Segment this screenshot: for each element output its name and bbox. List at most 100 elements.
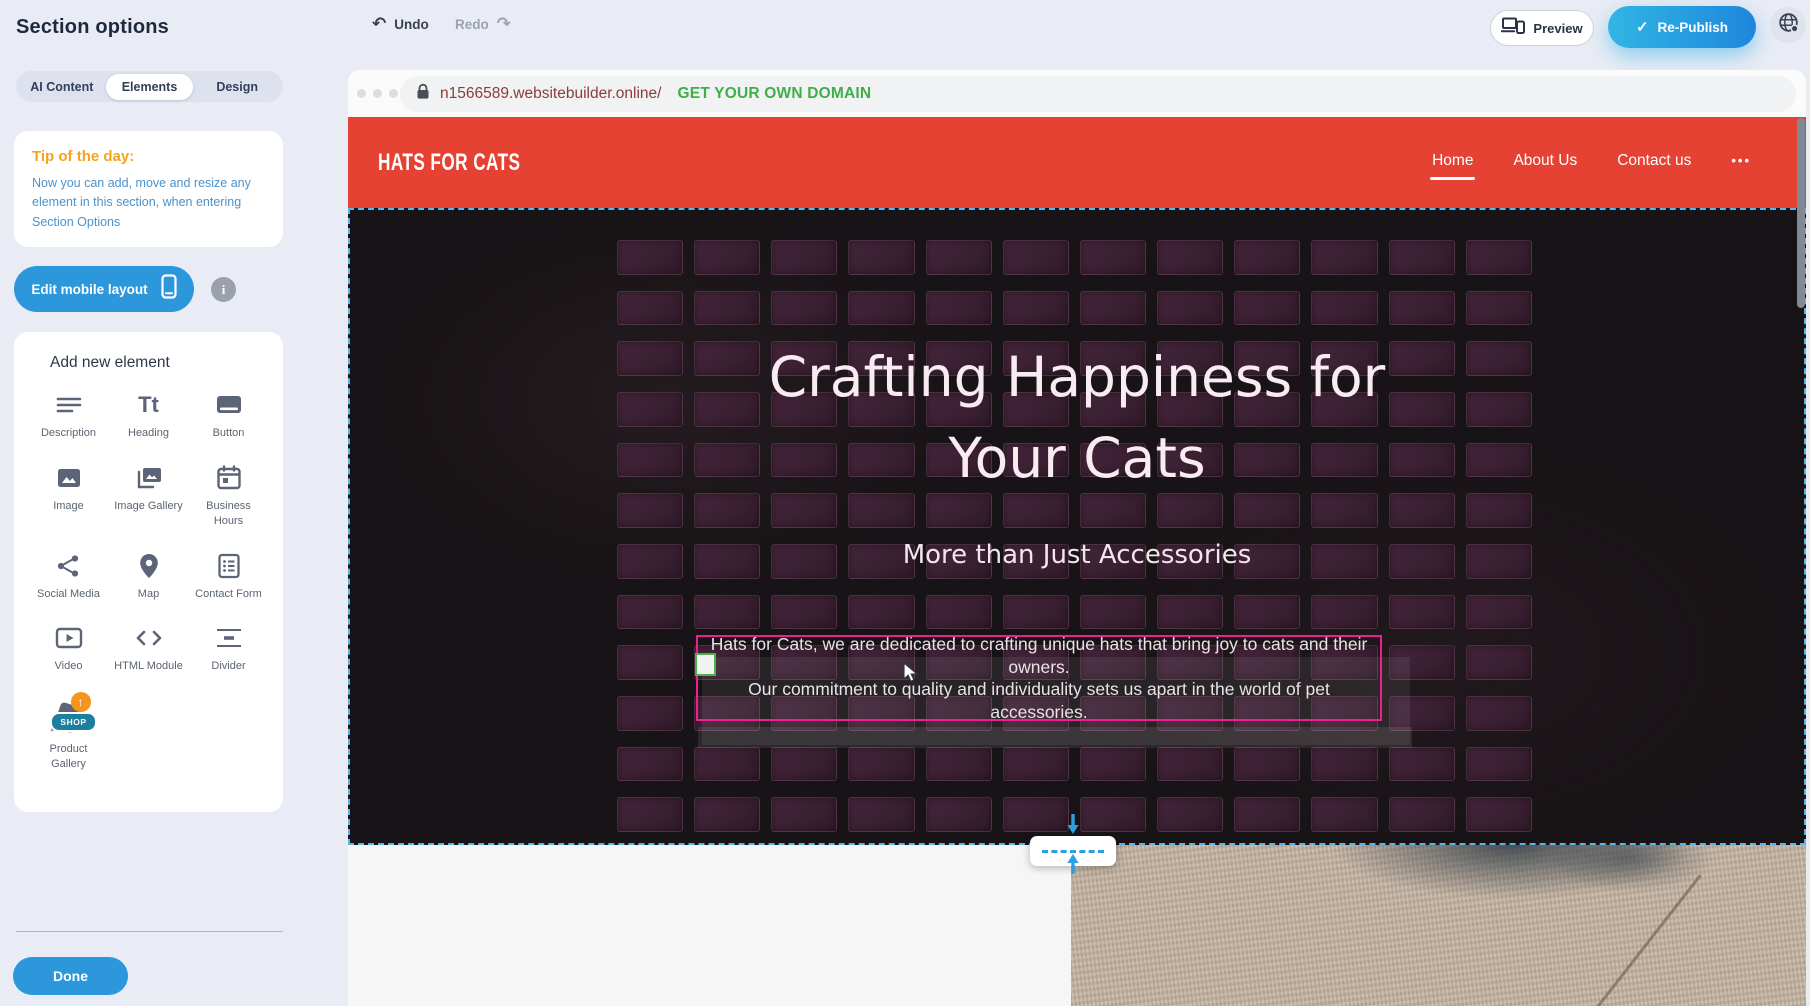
wall-tile [1389, 240, 1455, 275]
site-preview-window: n1566589.websitebuilder.online/ GET YOUR… [348, 70, 1806, 1006]
wall-tile [1466, 747, 1532, 782]
wall-tile [694, 595, 760, 630]
tab-elements[interactable]: Elements [106, 74, 194, 100]
done-button[interactable]: Done [13, 957, 128, 995]
language-globe-button[interactable] [1770, 7, 1806, 43]
wall-tile [848, 240, 914, 275]
nav-home[interactable]: Home [1432, 146, 1473, 180]
hero-subheading[interactable]: More than Just Accessories [350, 540, 1804, 570]
wall-tile [1080, 595, 1146, 630]
add-element-label: HTML Module [112, 659, 186, 674]
site-url: n1566589.websitebuilder.online/ [440, 85, 661, 103]
wall-tile [1311, 291, 1377, 326]
add-element-business-hours[interactable]: Business Hours [189, 463, 269, 529]
wall-tile [1234, 797, 1300, 832]
preview-button[interactable]: Preview [1490, 10, 1594, 46]
divider-icon [214, 623, 244, 653]
wall-tile [694, 291, 760, 326]
add-element-product-gallery[interactable]: ↑ SHOP Product Gallery [29, 696, 109, 772]
republish-label: Re-Publish [1658, 20, 1729, 35]
wall-tile [848, 595, 914, 630]
resize-arrow-up-icon [1065, 852, 1081, 879]
add-element-label: Video [32, 659, 106, 674]
wall-tile [926, 240, 992, 275]
wall-tile [617, 747, 683, 782]
hero-body-line1: Hats for Cats, we are dedicated to craft… [698, 633, 1380, 678]
add-element-map[interactable]: Map [109, 551, 189, 602]
address-bar[interactable]: n1566589.websitebuilder.online/ GET YOUR… [400, 76, 1796, 112]
wall-tile [1466, 291, 1532, 326]
wall-tile [926, 747, 992, 782]
preview-scrollbar[interactable] [1797, 118, 1805, 308]
undo-label: Undo [394, 17, 429, 32]
selected-text-element[interactable]: Hats for Cats, we are dedicated to craft… [696, 635, 1382, 721]
add-element-image[interactable]: Image [29, 463, 109, 529]
wall-tile [617, 240, 683, 275]
wall-tile [1234, 291, 1300, 326]
site-logo[interactable]: HATS FOR CATS [378, 149, 520, 177]
nav-contact-us[interactable]: Contact us [1617, 146, 1691, 180]
add-element-label: Image Gallery [112, 499, 186, 514]
add-element-contact-form[interactable]: Contact Form [189, 551, 269, 602]
wall-tile [1389, 797, 1455, 832]
republish-button[interactable]: ✓ Re-Publish [1608, 6, 1756, 48]
wall-tile [694, 747, 760, 782]
wall-tile [926, 797, 992, 832]
info-button[interactable]: i [211, 277, 236, 302]
add-element-button[interactable]: Button [189, 390, 269, 441]
wall-tile [1003, 291, 1069, 326]
add-element-divider[interactable]: Divider [189, 623, 269, 674]
video-icon [54, 623, 84, 653]
redo-icon: ↷ [497, 14, 511, 34]
wall-tile [617, 645, 683, 680]
hero-body-line2: Our commitment to quality and individual… [698, 678, 1380, 723]
browser-chrome: n1566589.websitebuilder.online/ GET YOUR… [348, 70, 1806, 117]
add-element-video[interactable]: Video [29, 623, 109, 674]
description-icon [54, 390, 84, 420]
business-hours-icon [215, 463, 243, 493]
add-element-label: Contact Form [192, 587, 266, 602]
smartphone-icon [161, 274, 177, 304]
get-domain-link[interactable]: GET YOUR OWN DOMAIN [677, 85, 871, 103]
preview-label: Preview [1533, 21, 1582, 36]
wall-tile [694, 797, 760, 832]
add-element-social-media[interactable]: Social Media [29, 551, 109, 602]
undo-icon: ↶ [372, 14, 386, 34]
nav-about-us[interactable]: About Us [1513, 146, 1577, 180]
wall-tile [1234, 747, 1300, 782]
redo-button[interactable]: Redo ↷ [455, 14, 511, 34]
wall-tile [1311, 595, 1377, 630]
hero-section-selected[interactable]: Crafting Happiness for Your Cats More th… [348, 208, 1806, 845]
wall-tile [1466, 240, 1532, 275]
wall-tile [848, 291, 914, 326]
tab-ai-content[interactable]: AI Content [18, 74, 106, 100]
wall-tile [694, 240, 760, 275]
page-title: Section options [16, 16, 169, 39]
wall-tile [1466, 696, 1532, 731]
resize-arrow-down-icon [1065, 814, 1081, 841]
edit-mobile-layout-button[interactable]: Edit mobile layout [14, 266, 194, 312]
wall-tile [1003, 595, 1069, 630]
wall-tile [1080, 747, 1146, 782]
wall-tile [1157, 291, 1223, 326]
edit-mobile-layout-label: Edit mobile layout [31, 282, 147, 297]
mouse-cursor [902, 662, 919, 689]
add-element-grid: Description Tt Heading Button Image Imag… [14, 390, 283, 772]
nav-more-icon[interactable]: ••• [1731, 147, 1751, 178]
wall-tile [1311, 240, 1377, 275]
add-element-description[interactable]: Description [29, 390, 109, 441]
undo-button[interactable]: ↶ Undo [372, 14, 429, 34]
hero-heading[interactable]: Crafting Happiness for Your Cats [350, 337, 1804, 499]
lock-icon [416, 83, 430, 105]
add-element-label: Map [112, 587, 186, 602]
add-element-heading[interactable]: Tt Heading [109, 390, 189, 441]
tip-of-the-day-card: Tip of the day: Now you can add, move an… [14, 131, 283, 247]
wall-tile [1003, 797, 1069, 832]
add-element-html-module[interactable]: HTML Module [109, 623, 189, 674]
wall-tile [926, 291, 992, 326]
wall-tile [1003, 240, 1069, 275]
add-element-image-gallery[interactable]: Image Gallery [109, 463, 189, 529]
tab-design[interactable]: Design [193, 74, 281, 100]
shop-badge: SHOP [50, 712, 96, 732]
drag-handle-green[interactable] [695, 653, 716, 676]
